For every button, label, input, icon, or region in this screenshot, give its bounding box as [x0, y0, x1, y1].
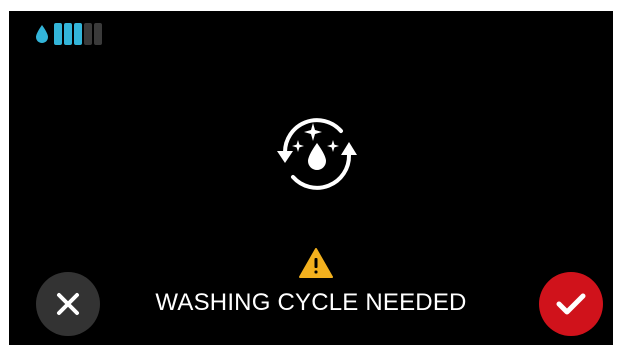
- water-level-segment: [64, 23, 72, 45]
- washing-cycle-icon: [277, 118, 357, 190]
- close-icon: [57, 293, 79, 315]
- checkmark-icon: [556, 293, 586, 315]
- water-drop-icon: [36, 25, 48, 43]
- water-level-segment: [74, 23, 82, 45]
- water-level-segment: [94, 23, 102, 45]
- confirm-button[interactable]: [539, 272, 603, 336]
- status-message: WASHING CYCLE NEEDED: [155, 289, 467, 316]
- water-level-segment: [84, 23, 92, 45]
- warning-triangle-icon: [299, 248, 333, 278]
- display-screen: WASHING CYCLE NEEDED: [9, 11, 613, 345]
- water-level-indicator: [35, 22, 102, 46]
- cancel-button[interactable]: [36, 272, 100, 336]
- water-level-segment: [54, 23, 62, 45]
- water-level-bars: [54, 23, 102, 45]
